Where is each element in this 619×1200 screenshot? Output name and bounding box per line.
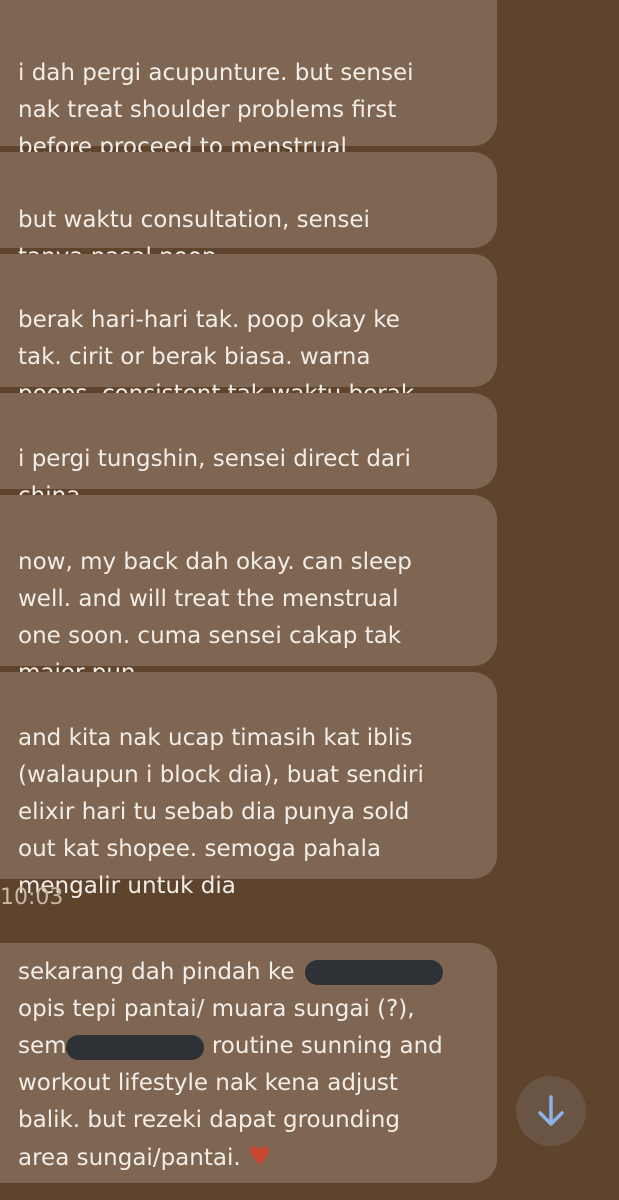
- message-text: area sungai/pantai.: [18, 1145, 241, 1171]
- arrow-down-icon: [538, 1095, 564, 1126]
- message-text: now, my back dah okay. can sleep well. a…: [18, 549, 412, 686]
- message-bubble[interactable]: i dah pergi acupunture. but sensei nak t…: [0, 0, 497, 160]
- message-text: sekarang dah pindah ke: [18, 959, 295, 985]
- message-line: workout lifestyle nak kena adjust: [18, 1065, 479, 1102]
- redaction-block: [66, 1035, 204, 1060]
- redaction-block: [305, 960, 443, 985]
- message-bubble[interactable]: berak hari-hari tak. poop okay ke tak. c…: [0, 254, 497, 407]
- message-line: balik. but rezeki dapat grounding: [18, 1102, 479, 1139]
- message-text: sem: [18, 1033, 67, 1059]
- message-text: and kita nak ucap timasih kat iblis (wal…: [18, 725, 424, 899]
- message-bubble[interactable]: but waktu consultation, sensei tanya pas…: [0, 152, 497, 306]
- message-text: workout lifestyle nak kena adjust: [18, 1070, 398, 1096]
- message-text: balik. but rezeki dapat grounding: [18, 1107, 400, 1133]
- message-line: area sungai/pantai. ♥: [18, 1139, 479, 1177]
- message-bubble[interactable]: and kita nak ucap timasih kat iblis (wal…: [0, 672, 497, 899]
- message-text: opis tepi pantai/ muara sungai (?),: [18, 996, 415, 1022]
- message-line: opis tepi pantai/ muara sungai (?),: [18, 991, 479, 1028]
- message-text: i dah pergi acupunture. but sensei nak t…: [18, 60, 414, 160]
- message-timestamp: 10:03: [0, 885, 64, 910]
- message-text: berak hari-hari tak. poop okay ke tak. c…: [18, 307, 414, 407]
- heart-icon: ♥: [247, 1142, 272, 1172]
- message-bubble[interactable]: i pergi tungshin, sensei direct dari chi…: [0, 393, 497, 509]
- message-bubble[interactable]: now, my back dah okay. can sleep well. a…: [0, 495, 497, 686]
- scroll-to-bottom-button[interactable]: [516, 1076, 586, 1146]
- message-text: routine sunning and: [211, 1033, 443, 1059]
